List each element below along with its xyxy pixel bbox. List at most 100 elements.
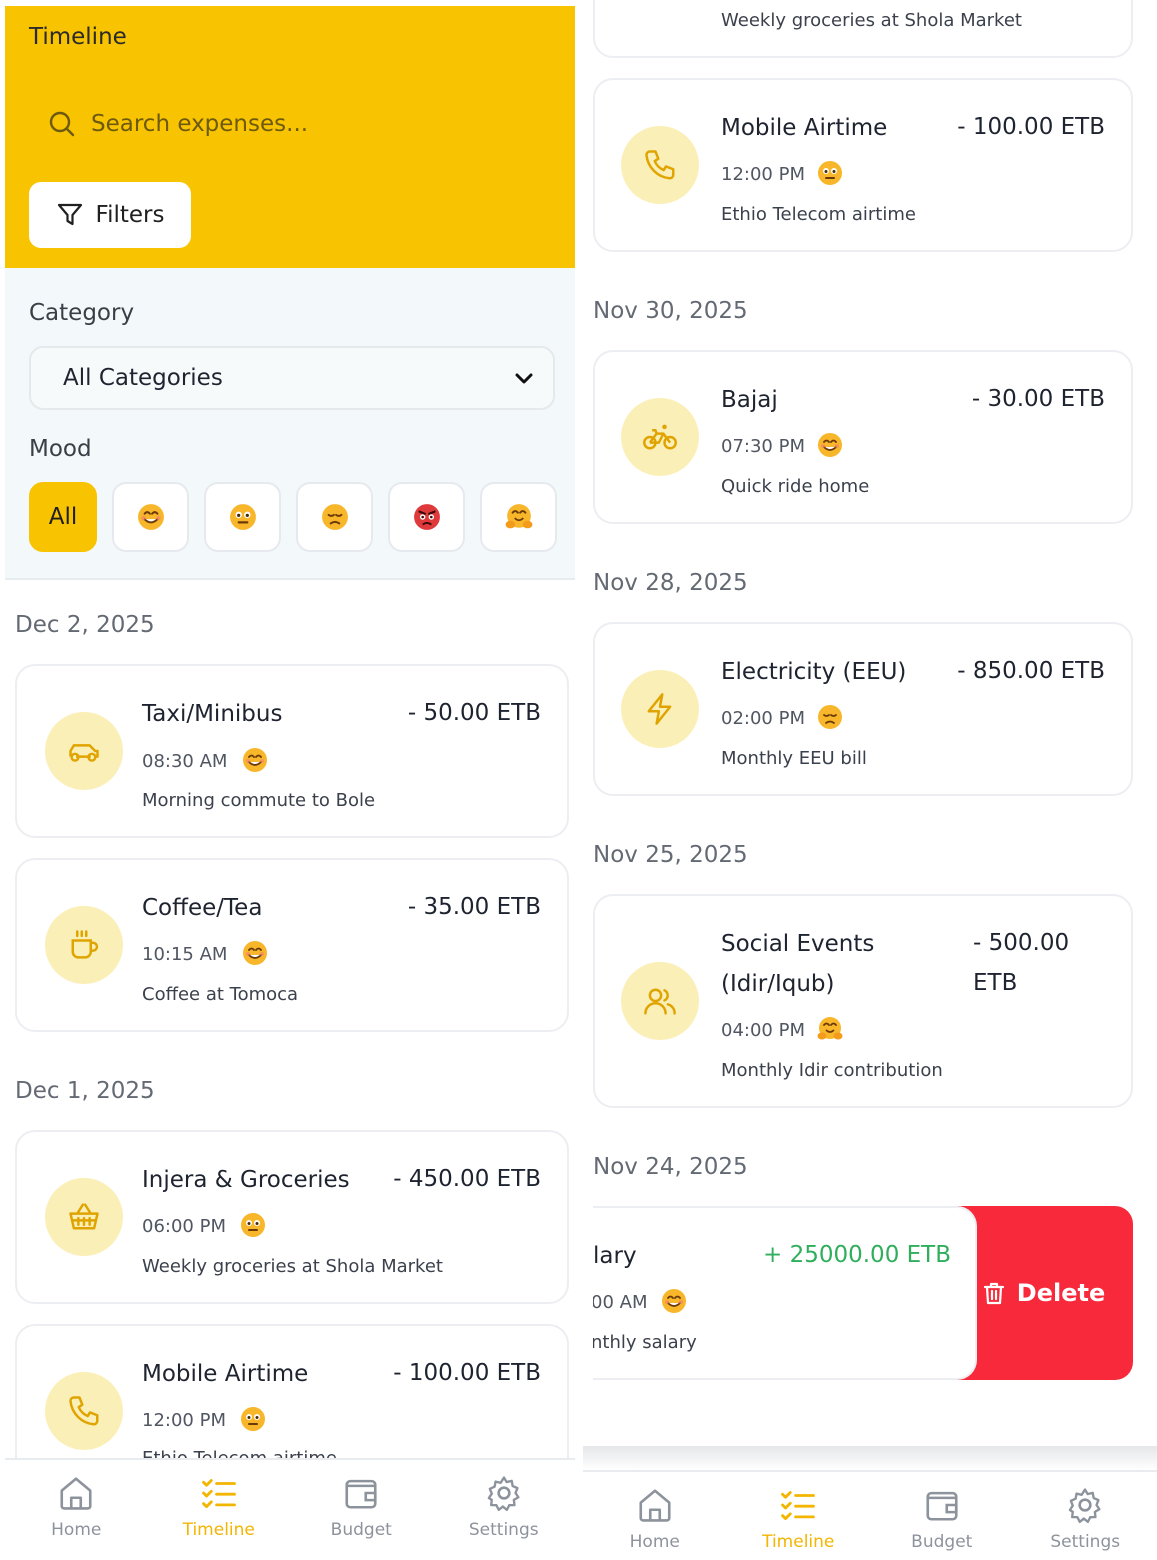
date-header: Nov 25, 2025	[593, 842, 748, 868]
nav-timeline[interactable]: Timeline	[148, 1474, 291, 1560]
category-select-value: All Categories	[63, 365, 223, 391]
timeline-screen-left: Timeline Search expenses... Filters Cate…	[5, 0, 575, 1560]
gear-icon	[1066, 1486, 1104, 1524]
income-time: 00 AM	[593, 1292, 648, 1313]
category-icon-circle	[621, 670, 699, 748]
nav-timeline-label: Timeline	[182, 1520, 255, 1540]
mood-filter: All	[29, 482, 557, 552]
nav-settings-label: Settings	[468, 1520, 539, 1540]
nav-shadow	[583, 1446, 1157, 1470]
expense-title: Mobile Airtime	[721, 115, 888, 141]
sad-emoji-icon	[817, 704, 843, 730]
expense-memo: Monthly Idir contribution	[721, 1060, 943, 1081]
home-icon	[636, 1486, 674, 1524]
category-icon-circle	[621, 398, 699, 476]
bottom-nav: Home Timeline Budget Settings	[583, 1470, 1157, 1560]
expense-time: 10:15 AM	[142, 944, 228, 965]
nav-home-label: Home	[51, 1520, 102, 1540]
income-card-swiped[interactable]: lary + 25000.00 ETB 00 AM nthly salary	[593, 1206, 977, 1380]
expense-amount: - 100.00 ETB	[393, 1360, 541, 1386]
expense-card[interactable]: Taxi/Minibus - 50.00 ETB 08:30 AM Mornin…	[15, 664, 569, 838]
expense-amount-line1: - 500.00	[973, 930, 1070, 956]
neutral-emoji-icon	[240, 1406, 266, 1432]
nav-budget-label: Budget	[911, 1532, 973, 1552]
header: Timeline Search expenses... Filters	[5, 6, 575, 268]
category-select[interactable]: All Categories	[29, 346, 555, 410]
nav-settings-label: Settings	[1050, 1532, 1121, 1552]
expense-card[interactable]: Coffee/Tea - 35.00 ETB 10:15 AM Coffee a…	[15, 858, 569, 1032]
nav-budget[interactable]: Budget	[290, 1474, 433, 1560]
expense-title-line1: Social Events	[721, 931, 875, 957]
mood-filter-neutral[interactable]	[204, 482, 281, 552]
income-title: lary	[593, 1243, 637, 1269]
expense-amount: - 450.00 ETB	[393, 1166, 541, 1192]
expense-title: Bajaj	[721, 387, 778, 413]
nav-settings[interactable]: Settings	[1014, 1486, 1157, 1560]
happy-emoji-icon	[242, 747, 268, 773]
wallet-icon	[342, 1474, 380, 1512]
expense-title: Mobile Airtime	[142, 1361, 309, 1387]
mood-filter-happy[interactable]	[112, 482, 189, 552]
page-title: Timeline	[29, 24, 127, 50]
expense-time: 07:30 PM	[721, 436, 805, 457]
expense-card[interactable]: Injera & Groceries - 450.00 ETB 06:00 PM…	[15, 1130, 569, 1304]
category-icon-circle	[45, 1178, 123, 1256]
home-icon	[57, 1474, 95, 1512]
mood-filter-hug[interactable]	[480, 482, 557, 552]
delete-button-label: Delete	[1016, 1279, 1106, 1307]
neutral-emoji-icon	[229, 503, 257, 531]
income-amount: + 25000.00 ETB	[763, 1242, 951, 1268]
expense-amount-line2: ETB	[973, 970, 1018, 996]
category-icon-circle	[45, 1372, 123, 1450]
date-header: Dec 1, 2025	[15, 1078, 155, 1104]
expense-card[interactable]: Weekly groceries at Shola Market	[593, 0, 1133, 58]
mood-filter-all[interactable]: All	[29, 482, 97, 552]
date-header: Nov 28, 2025	[593, 570, 748, 596]
timeline-icon	[200, 1474, 238, 1512]
timeline-icon	[779, 1486, 817, 1524]
expense-time: 12:00 PM	[721, 164, 805, 185]
date-header: Dec 2, 2025	[15, 612, 155, 638]
mood-filter-angry[interactable]	[388, 482, 465, 552]
expense-card[interactable]: Social Events (Idir/Iqub) - 500.00 ETB 0…	[593, 894, 1133, 1108]
expense-amount: - 50.00 ETB	[407, 700, 541, 726]
nav-home[interactable]: Home	[583, 1486, 727, 1560]
nav-budget[interactable]: Budget	[870, 1486, 1014, 1560]
car-icon	[66, 733, 102, 769]
expense-title: Electricity (EEU)	[721, 659, 907, 685]
category-label: Category	[29, 300, 135, 326]
neutral-emoji-icon	[240, 1212, 266, 1238]
expense-card[interactable]: Bajaj - 30.00 ETB 07:30 PM Quick ride ho…	[593, 350, 1133, 524]
expense-memo: Weekly groceries at Shola Market	[142, 1256, 443, 1277]
expense-title: Injera & Groceries	[142, 1167, 350, 1193]
search-input[interactable]: Search expenses...	[47, 102, 308, 146]
expense-memo: Weekly groceries at Shola Market	[721, 10, 1022, 31]
category-icon-circle	[621, 126, 699, 204]
hug-emoji-icon	[817, 1016, 843, 1042]
expense-amount: - 35.00 ETB	[407, 894, 541, 920]
nav-settings[interactable]: Settings	[433, 1474, 576, 1560]
nav-budget-label: Budget	[330, 1520, 392, 1540]
delete-button[interactable]: Delete	[953, 1206, 1133, 1380]
filters-button[interactable]: Filters	[29, 182, 191, 248]
expense-card[interactable]: Electricity (EEU) - 850.00 ETB 02:00 PM …	[593, 622, 1133, 796]
mood-label: Mood	[29, 436, 92, 462]
nav-timeline-label: Timeline	[762, 1532, 835, 1552]
filter-icon	[57, 203, 82, 226]
happy-emoji-icon	[661, 1288, 687, 1314]
users-icon	[642, 983, 678, 1019]
expense-time: 04:00 PM	[721, 1020, 805, 1041]
bottom-nav: Home Timeline Budget Settings	[5, 1458, 575, 1560]
mood-filter-sad[interactable]	[296, 482, 373, 552]
timeline-screen-right: Weekly groceries at Shola Market Mobile …	[583, 0, 1157, 1560]
expense-memo: Monthly EEU bill	[721, 748, 867, 769]
category-icon-circle	[45, 906, 123, 984]
coffee-icon	[66, 927, 102, 963]
nav-timeline[interactable]: Timeline	[727, 1486, 871, 1560]
nav-home[interactable]: Home	[5, 1474, 148, 1560]
expense-card[interactable]: Mobile Airtime - 100.00 ETB 12:00 PM Eth…	[593, 78, 1133, 252]
phone-icon	[66, 1393, 102, 1429]
expense-memo: Quick ride home	[721, 476, 870, 497]
sad-emoji-icon	[321, 503, 349, 531]
expense-time: 06:00 PM	[142, 1216, 226, 1237]
